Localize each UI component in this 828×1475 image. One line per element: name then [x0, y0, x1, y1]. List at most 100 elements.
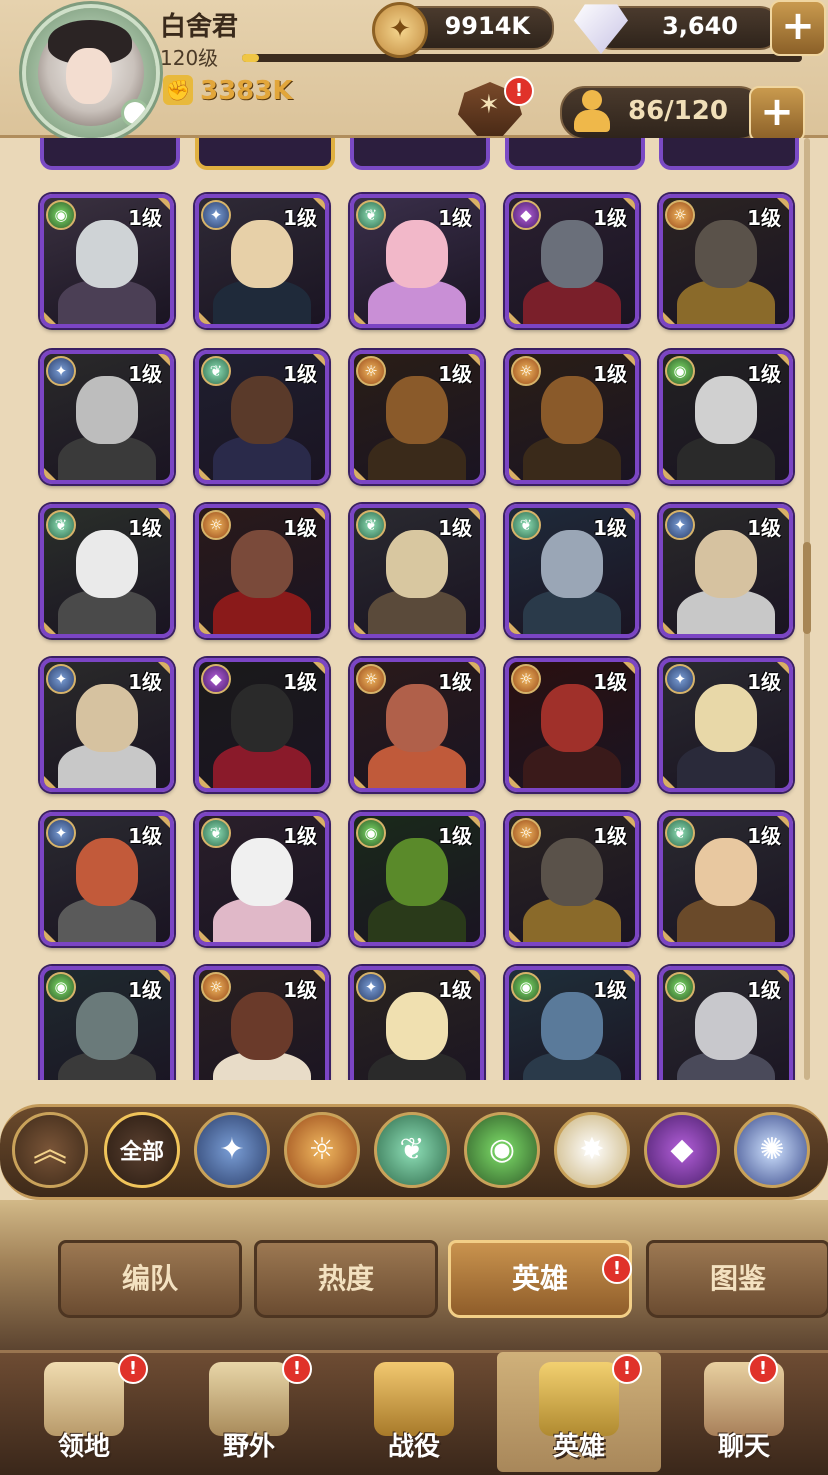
eye-icon: ◉ [356, 818, 386, 848]
hero-card[interactable]: ✦ 1级 [350, 966, 484, 1080]
helmet-icon [539, 1362, 619, 1436]
hero-card[interactable]: ✦ 1级 [195, 194, 329, 328]
hero-level: 1级 [438, 206, 472, 230]
filter-eye-icon[interactable]: ◉ [464, 1112, 540, 1188]
hero-card[interactable]: ❦ 1级 [505, 504, 639, 638]
hero-card[interactable]: ✦ 1级 [40, 350, 174, 484]
hero-card[interactable]: ◉ 1级 [350, 812, 484, 946]
nav-label: 聊天 [717, 1432, 770, 1462]
filter-star-icon[interactable]: ✦ [194, 1112, 270, 1188]
hero-card[interactable]: ☼ 1级 [195, 966, 329, 1080]
hero-card[interactable]: ☼ 1级 [505, 812, 639, 946]
star-icon: ✦ [201, 200, 231, 230]
hero-card-partial[interactable] [505, 138, 645, 170]
leaf-icon: ❦ [356, 200, 386, 230]
hero-card[interactable]: ❦ 1级 [195, 350, 329, 484]
flower-icon [124, 102, 146, 124]
tab-0[interactable]: 编队 [58, 1240, 242, 1318]
hero-card[interactable]: ✦ 1级 [659, 504, 793, 638]
hero-card-partial[interactable] [195, 138, 335, 170]
hero-card[interactable]: ❦ 1级 [350, 194, 484, 328]
expand-capacity-button[interactable]: + [749, 86, 805, 142]
hero-level: 1级 [747, 516, 781, 540]
collapse-chevron-icon[interactable]: ︽ [12, 1112, 88, 1188]
hero-card[interactable]: ✦ 1级 [40, 812, 174, 946]
demon-icon: ◆ [201, 664, 231, 694]
nav-item-2[interactable]: 战役 [332, 1352, 496, 1472]
eye-icon: ◉ [665, 356, 695, 386]
sun-icon: ☼ [356, 664, 386, 694]
star-icon: ✦ [46, 356, 76, 386]
filter-celestial-icon[interactable]: ✸ [554, 1112, 630, 1188]
filter-leaf-icon[interactable]: ❦ [374, 1112, 450, 1188]
nav-item-4[interactable]: 聊天 [662, 1352, 826, 1472]
emblem-star-icon: ✶ [478, 90, 500, 120]
hero-card-partial[interactable] [40, 138, 180, 170]
eye-icon: ◉ [511, 972, 541, 1002]
hero-card[interactable]: ◆ 1级 [195, 658, 329, 792]
hero-level: 1级 [438, 824, 472, 848]
hero-card-partial[interactable] [659, 138, 799, 170]
hero-card[interactable]: ☼ 1级 [195, 504, 329, 638]
sun-icon: ☼ [511, 664, 541, 694]
hero-card[interactable]: ☼ 1级 [659, 194, 793, 328]
filter-all-button[interactable]: 全部 [104, 1112, 180, 1188]
tab-1[interactable]: 热度 [254, 1240, 438, 1318]
hero-grid[interactable]: ◉ 1级 ✦ 1级 ❦ 1级 ◆ 1级 ☼ 1级 ✦ 1级 ❦ 1级 ☼ 1级 … [0, 138, 828, 1080]
hero-card[interactable]: ◉ 1级 [659, 350, 793, 484]
hero-count-value: 86/120 [628, 96, 728, 126]
hero-card[interactable]: ☼ 1级 [350, 350, 484, 484]
hero-card[interactable]: ✦ 1级 [659, 658, 793, 792]
leaf-icon: ❦ [46, 510, 76, 540]
scroll-thumb[interactable] [803, 542, 811, 634]
castle-icon [44, 1362, 124, 1436]
nav-label: 领地 [57, 1432, 110, 1462]
sun-icon: ☼ [665, 200, 695, 230]
filter-all-label: 全部 [119, 1140, 164, 1165]
leaf-icon: ❦ [511, 510, 541, 540]
nav-label: 英雄 [552, 1432, 605, 1462]
hero-card[interactable]: ☼ 1级 [505, 658, 639, 792]
hero-card[interactable]: ◉ 1级 [505, 966, 639, 1080]
filter-demon-icon[interactable]: ◆ [644, 1112, 720, 1188]
avatar-face [66, 48, 112, 104]
hero-level: 1级 [128, 978, 162, 1002]
eye-icon: ◉ [46, 972, 76, 1002]
leaf-icon: ❦ [201, 818, 231, 848]
hero-level: 1级 [593, 362, 627, 386]
hero-level: 1级 [283, 978, 317, 1002]
hero-card[interactable]: ◉ 1级 [40, 966, 174, 1080]
hero-level: 1级 [593, 670, 627, 694]
hero-card[interactable]: ◉ 1级 [40, 194, 174, 328]
filter-dimensional-icon[interactable]: ✺ [734, 1112, 810, 1188]
star-icon: ✦ [665, 510, 695, 540]
player-name: 白舍君 [160, 12, 239, 42]
hero-card[interactable]: ❦ 1级 [659, 812, 793, 946]
nav-notification-badge: ! [612, 1354, 642, 1384]
hero-level: 1级 [747, 670, 781, 694]
eye-icon: ◉ [665, 972, 695, 1002]
tab-2[interactable]: 英雄 [448, 1240, 632, 1318]
hero-card[interactable]: ❦ 1级 [195, 812, 329, 946]
hero-card[interactable]: ❦ 1级 [350, 504, 484, 638]
add-gems-button[interactable]: + [770, 0, 826, 56]
hero-card[interactable]: ❦ 1级 [40, 504, 174, 638]
hero-card[interactable]: ☼ 1级 [350, 658, 484, 792]
hero-card[interactable]: ☼ 1级 [505, 350, 639, 484]
hero-card[interactable]: ◉ 1级 [659, 966, 793, 1080]
hero-level: 1级 [438, 362, 472, 386]
hero-card[interactable]: ✦ 1级 [40, 658, 174, 792]
tab-notification-badge: ! [602, 1254, 632, 1284]
player-avatar[interactable] [26, 8, 156, 138]
tab-3[interactable]: 图鉴 [646, 1240, 828, 1318]
grid-scrollbar[interactable] [803, 138, 811, 1080]
hero-card[interactable]: ◆ 1级 [505, 194, 639, 328]
filter-sun-icon[interactable]: ☼ [284, 1112, 360, 1188]
nav-notification-badge: ! [748, 1354, 778, 1384]
sun-icon: ☼ [511, 818, 541, 848]
hero-card-partial[interactable] [350, 138, 490, 170]
nav-label: 战役 [387, 1432, 440, 1462]
hero-level: 1级 [128, 516, 162, 540]
partial-row [0, 138, 828, 170]
hero-level: 1级 [283, 824, 317, 848]
